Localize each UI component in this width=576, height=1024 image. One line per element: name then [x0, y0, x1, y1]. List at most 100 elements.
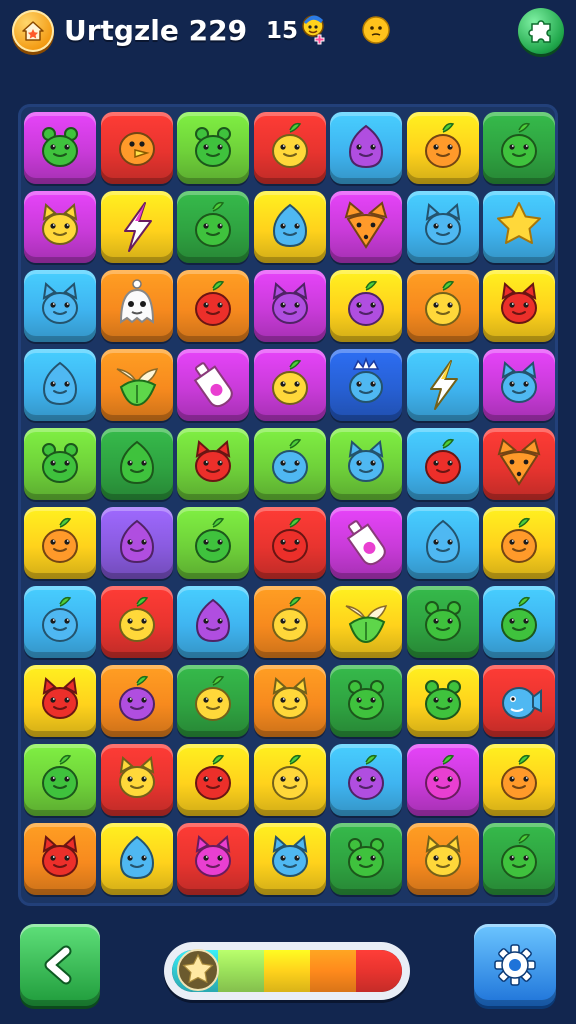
tile-cat[interactable]	[483, 270, 555, 342]
tile-blob[interactable]	[330, 112, 402, 184]
tile-fruit[interactable]	[24, 507, 96, 579]
tile-fruit[interactable]	[330, 744, 402, 816]
progress-segment	[356, 950, 402, 992]
bolt-icon	[123, 202, 152, 252]
fruit-icon	[271, 122, 308, 168]
tile-cat[interactable]	[24, 270, 96, 342]
tile-cat[interactable]	[253, 270, 326, 342]
tile-leaf[interactable]	[330, 586, 402, 658]
tile-cat[interactable]	[330, 428, 402, 500]
tile-bird[interactable]	[100, 112, 173, 184]
tile-fish[interactable]	[483, 665, 555, 737]
back-button[interactable]	[20, 924, 100, 1006]
ghost-icon	[119, 279, 154, 324]
tile-fruit[interactable]	[177, 665, 249, 737]
frog-icon	[424, 601, 461, 641]
tile-cat[interactable]	[177, 428, 249, 500]
tile-fruit[interactable]	[483, 744, 555, 816]
tile-star[interactable]	[483, 191, 555, 263]
tile-frog[interactable]	[330, 665, 402, 737]
tile-fruit[interactable]	[177, 270, 249, 342]
tile-fruit[interactable]	[483, 112, 555, 184]
fruit-icon	[424, 754, 461, 800]
tile-frog[interactable]	[24, 112, 96, 184]
tile-leaf[interactable]	[100, 349, 173, 421]
tile-frog[interactable]	[406, 665, 479, 737]
tile-fruit[interactable]	[177, 744, 249, 816]
tile-fruit[interactable]	[100, 665, 173, 737]
blob-icon	[195, 598, 231, 643]
tile-fruit[interactable]	[406, 744, 479, 816]
tile-blob[interactable]	[100, 823, 173, 895]
tile-fruit[interactable]	[253, 349, 326, 421]
hint-button[interactable]	[518, 8, 564, 54]
fish-icon	[502, 687, 542, 719]
tile-blob[interactable]	[24, 349, 96, 421]
cat-icon	[42, 835, 78, 877]
tile-fruit[interactable]	[483, 507, 555, 579]
tile-cat[interactable]	[253, 665, 326, 737]
tile-blob[interactable]	[406, 507, 479, 579]
tile-blob[interactable]	[100, 507, 173, 579]
smiley-icon	[362, 16, 390, 44]
bird-icon	[118, 132, 155, 166]
tile-cat[interactable]	[24, 191, 96, 263]
tile-fruit[interactable]	[406, 270, 479, 342]
tile-fruit[interactable]	[24, 586, 96, 658]
tile-blob[interactable]	[177, 586, 249, 658]
tile-fruit[interactable]	[253, 507, 326, 579]
tile-potion[interactable]	[177, 349, 249, 421]
tile-fruit[interactable]	[100, 586, 173, 658]
top-bar: Urtgzle 229 15	[0, 0, 576, 70]
tile-fruit[interactable]	[483, 823, 555, 895]
fruit-icon	[501, 833, 537, 879]
tile-potion[interactable]	[330, 507, 402, 579]
fruit-icon	[195, 280, 231, 326]
blob-icon	[425, 519, 460, 564]
fruit-icon	[271, 754, 308, 800]
tile-cat[interactable]	[24, 665, 96, 737]
fruit-icon	[42, 517, 78, 563]
tile-blob[interactable]	[100, 428, 173, 500]
cat-icon	[424, 203, 461, 245]
tile-fruit[interactable]	[177, 191, 249, 263]
frog-icon	[348, 838, 384, 878]
tile-fruit[interactable]	[24, 744, 96, 816]
tile-cat[interactable]	[406, 191, 479, 263]
tile-frog[interactable]	[406, 586, 479, 658]
blob-icon	[42, 361, 78, 406]
cat-icon	[348, 440, 384, 482]
tile-fruit[interactable]	[330, 270, 402, 342]
tile-fox[interactable]	[483, 428, 555, 500]
tile-fruit[interactable]	[483, 586, 555, 658]
tile-bolt[interactable]	[100, 191, 173, 263]
home-button[interactable]	[12, 10, 54, 52]
tile-fruit[interactable]	[253, 586, 326, 658]
fruit-icon	[501, 754, 537, 800]
tile-cat[interactable]	[177, 823, 249, 895]
tile-bolt[interactable]	[406, 349, 479, 421]
crown-icon	[349, 356, 383, 403]
tile-cat[interactable]	[253, 823, 326, 895]
tile-cat[interactable]	[24, 823, 96, 895]
tile-cat[interactable]	[406, 823, 479, 895]
tile-ghost[interactable]	[100, 270, 173, 342]
cat-icon	[501, 282, 537, 324]
tile-fruit[interactable]	[406, 428, 479, 500]
tile-fruit[interactable]	[406, 112, 479, 184]
tile-frog[interactable]	[24, 428, 96, 500]
tile-fruit[interactable]	[253, 428, 326, 500]
tile-fox[interactable]	[330, 191, 402, 263]
tile-frog[interactable]	[330, 823, 402, 895]
character-icon	[302, 15, 325, 45]
tile-crown[interactable]	[330, 349, 402, 421]
tile-frog[interactable]	[177, 112, 249, 184]
tile-fruit[interactable]	[177, 507, 249, 579]
blob-icon	[348, 124, 384, 169]
tile-blob[interactable]	[253, 191, 326, 263]
tile-fruit[interactable]	[253, 744, 326, 816]
tile-fruit[interactable]	[253, 112, 326, 184]
tile-cat[interactable]	[100, 744, 173, 816]
settings-button[interactable]	[474, 924, 556, 1006]
tile-cat[interactable]	[483, 349, 555, 421]
